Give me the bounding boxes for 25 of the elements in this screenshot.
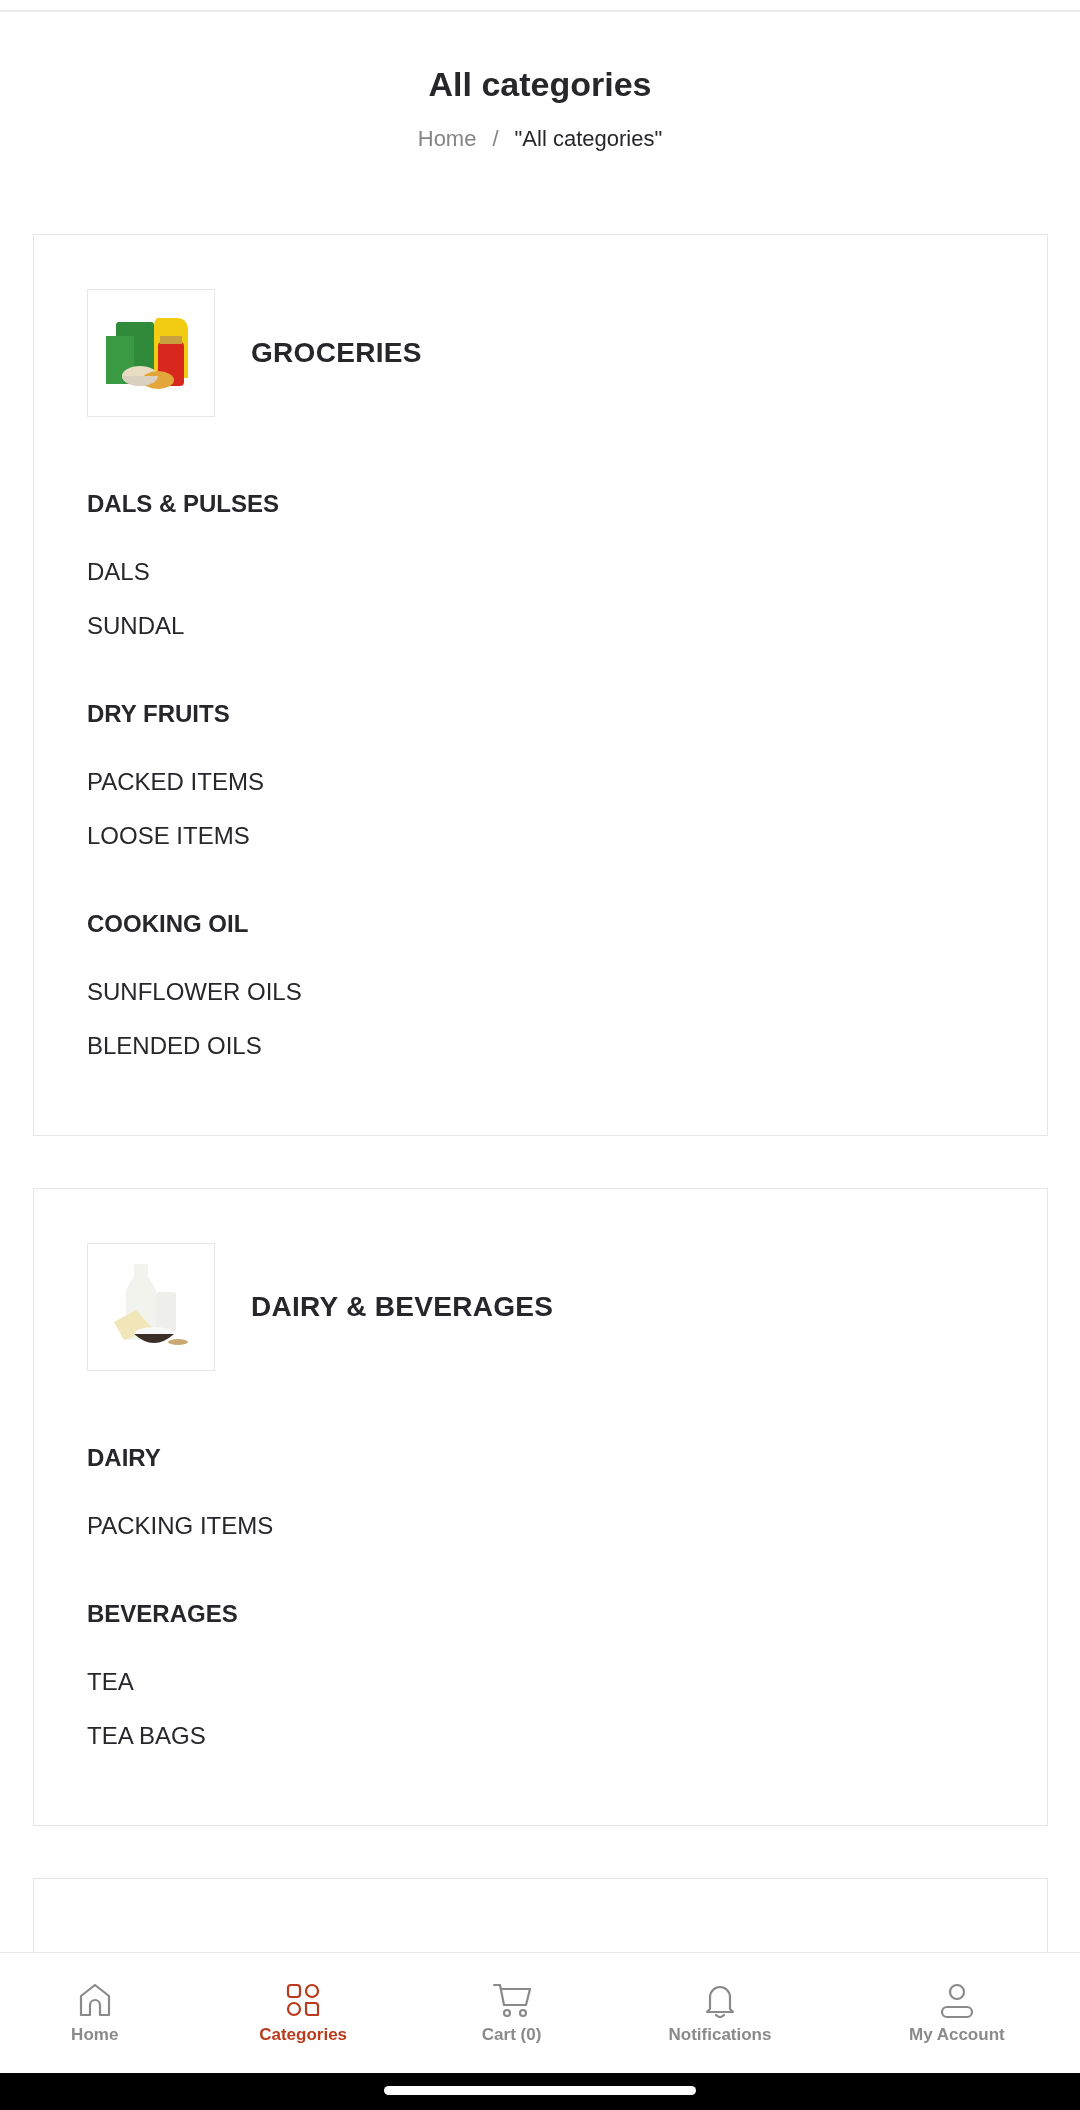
subcategory-link[interactable]: SUNFLOWER OILS	[87, 965, 994, 1019]
subcategory-heading[interactable]: COOKING OIL	[87, 907, 994, 941]
subcategory-link[interactable]: DALS	[87, 545, 994, 599]
subcategory-heading[interactable]: DRY FRUITS	[87, 697, 994, 731]
subcategory-link[interactable]: PACKED ITEMS	[87, 755, 994, 809]
breadcrumb-link[interactable]: Home	[417, 124, 477, 154]
subcategory-link[interactable]: TEA	[87, 1655, 994, 1709]
category-name[interactable]: DAIRY & BEVERAGES	[251, 1291, 554, 1323]
cart-icon	[491, 1981, 532, 2019]
breadcrumb-separator: /	[492, 125, 499, 153]
breadcrumb-current: "All categories"	[514, 125, 663, 153]
subcategory-link[interactable]: SUNDAL	[87, 599, 994, 653]
page-title: All categories	[428, 64, 652, 105]
subcategory-link[interactable]: TEA BAGS	[87, 1709, 994, 1763]
home-indicator[interactable]	[384, 2086, 696, 2095]
subcategory-link[interactable]: LOOSE ITEMS	[87, 809, 994, 863]
category-name[interactable]: GROCERIES	[251, 337, 422, 369]
subcategory-link[interactable]: PACKING ITEMS	[87, 1499, 994, 1553]
category-thumbnail[interactable]	[87, 1243, 215, 1371]
subcategory-heading[interactable]: DALS & PULSES	[87, 487, 994, 521]
subcategory-heading[interactable]: DAIRY	[87, 1441, 994, 1475]
subcategory-link[interactable]: BLENDED OILS	[87, 1019, 994, 1073]
nav-tab[interactable]: Categories	[189, 1981, 417, 2045]
category-thumbnail[interactable]	[87, 289, 215, 417]
subcategory-heading[interactable]: BEVERAGES	[87, 1597, 994, 1631]
